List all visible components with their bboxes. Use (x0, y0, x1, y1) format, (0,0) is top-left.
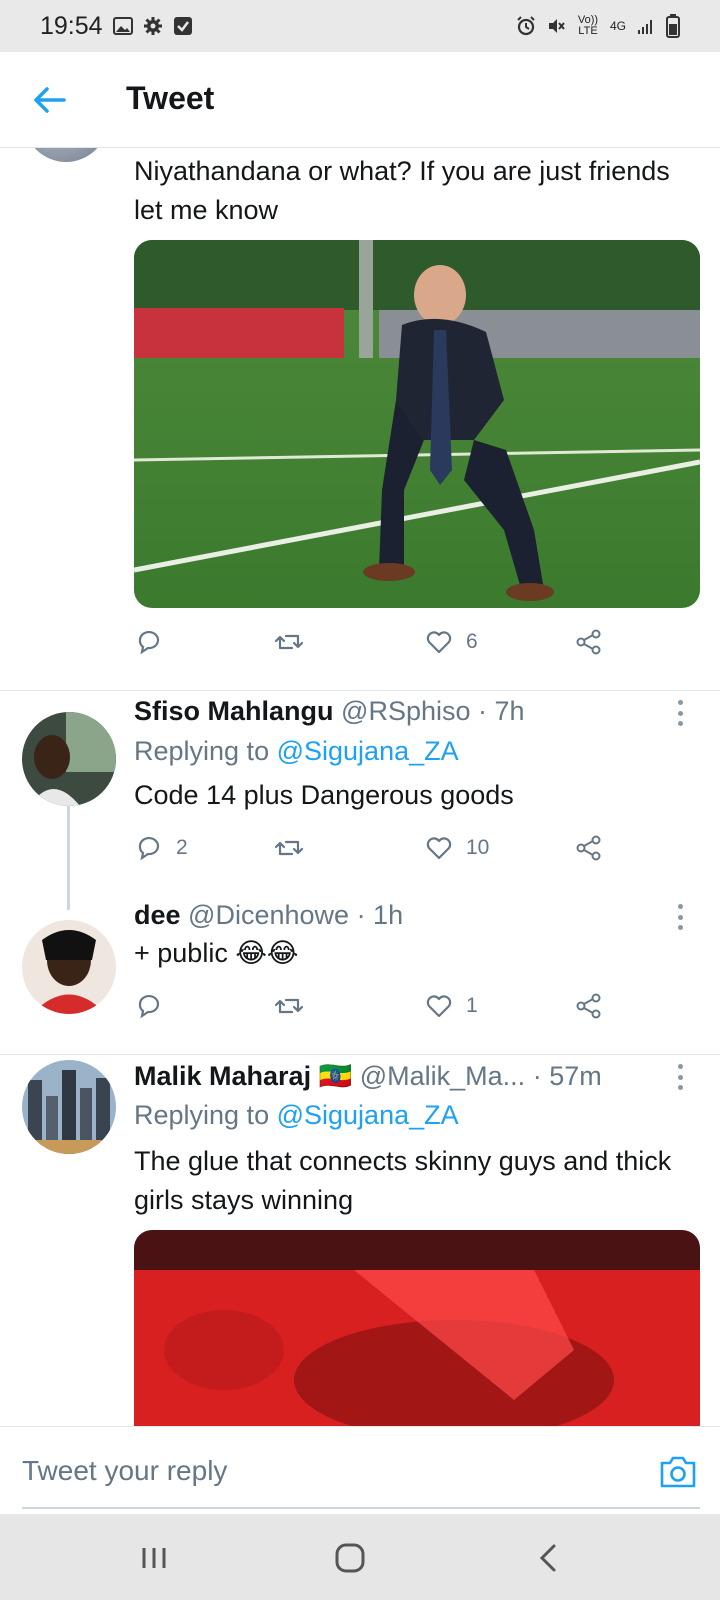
retweet-icon (274, 998, 304, 1014)
share-button[interactable] (574, 627, 604, 657)
divider (0, 690, 720, 691)
author-name[interactable]: dee (134, 900, 181, 930)
tweet-media-image[interactable] (134, 240, 700, 608)
arrow-left-icon[interactable] (32, 85, 66, 115)
reply-icon (138, 836, 160, 861)
like-count: 1 (466, 994, 478, 1017)
tweet-time: · 57m (532, 1061, 602, 1091)
share-button[interactable] (574, 833, 604, 863)
status-time: 19:54 (40, 11, 103, 40)
avatar[interactable] (22, 712, 116, 806)
mute-icon (548, 19, 565, 33)
volte-label: Vo)) LTE (577, 14, 599, 37)
tweet-text: Code 14 plus Dangerous goods (134, 780, 514, 810)
more-options-button[interactable] (676, 904, 684, 930)
check-box-icon (173, 17, 192, 35)
author-flag: 🇪🇹 (318, 1061, 353, 1091)
reply-button[interactable]: 2 (134, 833, 188, 863)
more-options-button[interactable] (676, 700, 684, 726)
author-name[interactable]: Malik Maharaj (134, 1061, 311, 1091)
like-button[interactable]: 6 (424, 627, 478, 657)
video-thumbnail (134, 1230, 700, 1426)
tweet-media-video[interactable] (134, 1230, 700, 1426)
retweet-button[interactable] (274, 833, 316, 863)
avatar[interactable] (22, 1060, 116, 1154)
thread-line (67, 806, 70, 910)
more-options-button[interactable] (676, 1064, 684, 1090)
system-nav-bar (0, 1514, 720, 1600)
network-label: 4G (609, 19, 626, 33)
heart-icon (426, 837, 452, 860)
heart-icon (426, 995, 452, 1018)
heart-icon (426, 631, 452, 654)
replying-to-line: Replying to @Sigujana_ZA (134, 1100, 459, 1131)
tweet-actions: 6 (134, 624, 614, 660)
tweet-time: · 7h (478, 696, 525, 726)
tweet-actions: 2 10 (134, 830, 614, 866)
author-handle[interactable]: @Dicenhowe (188, 900, 349, 930)
reply-button[interactable] (134, 627, 176, 657)
tweet-time: · 1h (356, 900, 404, 930)
tweet-author-line: Sfiso Mahlangu @RSphiso · 7h (134, 696, 525, 727)
share-icon (576, 993, 601, 1019)
alarm-icon (517, 16, 535, 36)
author-handle[interactable]: @Malik_Ma... (360, 1061, 525, 1091)
battery-icon (666, 14, 680, 38)
retweet-icon (274, 840, 304, 856)
tweet-text: Niyathandana or what? If you are just fr… (134, 156, 670, 225)
divider (0, 1054, 720, 1055)
reply-composer: Tweet your reply (0, 1426, 720, 1514)
share-icon (576, 835, 601, 861)
replying-prefix: Replying to (134, 1100, 270, 1130)
author-name[interactable]: Sfiso Mahlangu (134, 696, 334, 726)
retweet-button[interactable] (274, 627, 316, 657)
reply-input[interactable]: Tweet your reply (22, 1455, 227, 1487)
back-icon[interactable] (530, 1538, 570, 1578)
retweet-button[interactable] (274, 991, 316, 1021)
like-count: 6 (466, 630, 478, 653)
share-button[interactable] (574, 991, 604, 1021)
reply-count: 2 (176, 836, 188, 859)
replying-prefix: Replying to (134, 736, 270, 766)
tweet-author-line: Malik Maharaj 🇪🇹 @Malik_Ma... · 57m (134, 1060, 602, 1092)
replying-to-mention[interactable]: @Sigujana_ZA (277, 1100, 459, 1130)
avatar[interactable] (24, 148, 108, 162)
status-bar: 19:54 Vo)) LTE 4G (0, 0, 720, 52)
tweet-text: + public 😂😂 (134, 938, 299, 968)
gear-icon (143, 17, 162, 35)
like-count: 10 (466, 836, 490, 859)
home-icon[interactable] (330, 1538, 370, 1578)
reply-button[interactable] (134, 991, 176, 1021)
camera-icon[interactable] (658, 1455, 698, 1489)
input-underline (22, 1507, 700, 1509)
tweet-text: The glue that connects skinny guys and t… (134, 1146, 672, 1215)
replying-to-mention[interactable]: @Sigujana_ZA (277, 736, 459, 766)
image-icon (112, 17, 133, 35)
like-button[interactable]: 10 (424, 833, 489, 863)
share-icon (576, 629, 601, 655)
tweet-actions: 1 (134, 988, 614, 1024)
reply-icon (138, 994, 160, 1019)
reply-icon (138, 630, 160, 655)
football-manager-photo (134, 240, 700, 608)
tweet-feed[interactable]: Niyathandana or what? If you are just fr… (0, 148, 720, 1426)
app-header: Tweet (0, 52, 720, 148)
page-title: Tweet (126, 80, 215, 116)
like-button[interactable]: 1 (424, 991, 478, 1021)
retweet-icon (274, 634, 304, 650)
author-handle[interactable]: @RSphiso (341, 696, 470, 726)
signal-icon (638, 20, 652, 34)
replying-to-line: Replying to @Sigujana_ZA (134, 736, 459, 767)
recent-apps-icon[interactable] (134, 1538, 174, 1578)
tweet-author-line: dee @Dicenhowe · 1h (134, 900, 403, 931)
avatar[interactable] (22, 920, 116, 1014)
